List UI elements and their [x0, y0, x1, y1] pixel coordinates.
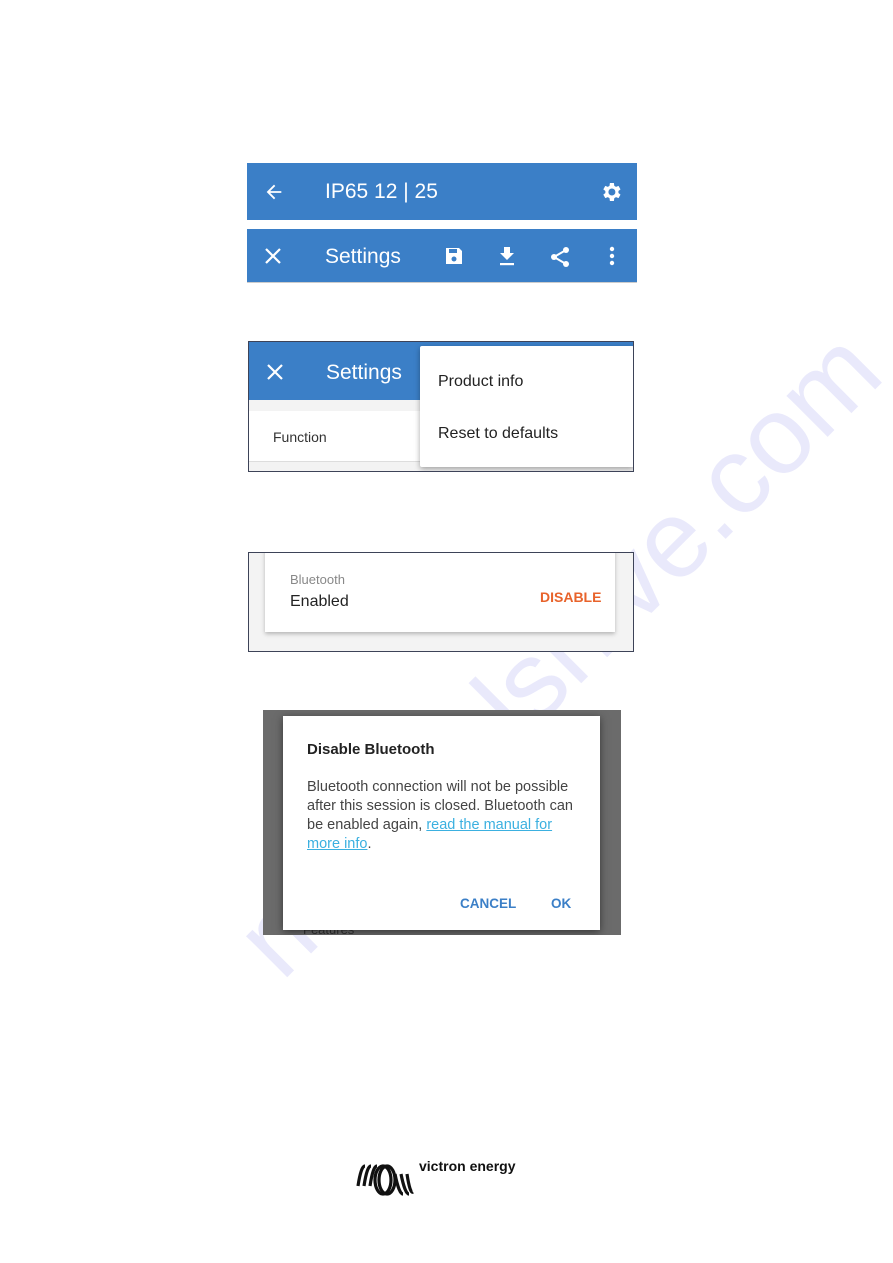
bluetooth-screenshot: Bluetooth Enabled DISABLE: [248, 552, 634, 652]
save-icon[interactable]: [443, 245, 465, 267]
bluetooth-card: Bluetooth Enabled DISABLE: [265, 553, 615, 632]
more-vert-icon[interactable]: [601, 245, 623, 267]
dialog-title: Disable Bluetooth: [307, 741, 435, 758]
dialog-body: Bluetooth connection will not be possibl…: [307, 778, 582, 854]
row-label: Function: [273, 429, 327, 445]
disable-bluetooth-dialog: Disable Bluetooth Bluetooth connection w…: [283, 716, 600, 930]
menu-screenshot: Settings Function Product info Reset to …: [248, 341, 634, 472]
ok-button[interactable]: OK: [551, 896, 571, 911]
gear-icon[interactable]: [598, 179, 624, 205]
victron-logo: victron energy: [355, 1158, 525, 1202]
settings-title: Settings: [326, 361, 402, 384]
close-icon[interactable]: [261, 244, 285, 268]
victron-logo-mark: [356, 1164, 414, 1196]
device-title: IP65 12 | 25: [325, 180, 438, 203]
menu-item-product-info[interactable]: Product info: [438, 373, 523, 391]
download-icon[interactable]: [496, 245, 518, 267]
bluetooth-label: Bluetooth: [290, 572, 345, 587]
share-icon[interactable]: [548, 245, 572, 269]
arrow-left-icon[interactable]: [261, 179, 287, 205]
dialog-screenshot: Features Disable Bluetooth Bluetooth con…: [263, 710, 621, 935]
cancel-button[interactable]: CANCEL: [460, 896, 516, 911]
device-appbar: IP65 12 | 25: [247, 163, 637, 220]
disable-button[interactable]: DISABLE: [540, 589, 601, 605]
manual-page: manualshive.com IP65 12 | 25 Settings Se…: [0, 0, 893, 1263]
settings-appbar: Settings: [247, 229, 637, 283]
logo-text: victron energy: [419, 1158, 516, 1174]
settings-title: Settings: [325, 245, 401, 268]
dialog-body-end: .: [367, 836, 372, 852]
close-icon[interactable]: [263, 360, 287, 384]
overflow-menu: Product info Reset to defaults: [420, 346, 633, 467]
menu-item-reset-to-defaults[interactable]: Reset to defaults: [438, 425, 558, 443]
bluetooth-status: Enabled: [290, 593, 349, 610]
